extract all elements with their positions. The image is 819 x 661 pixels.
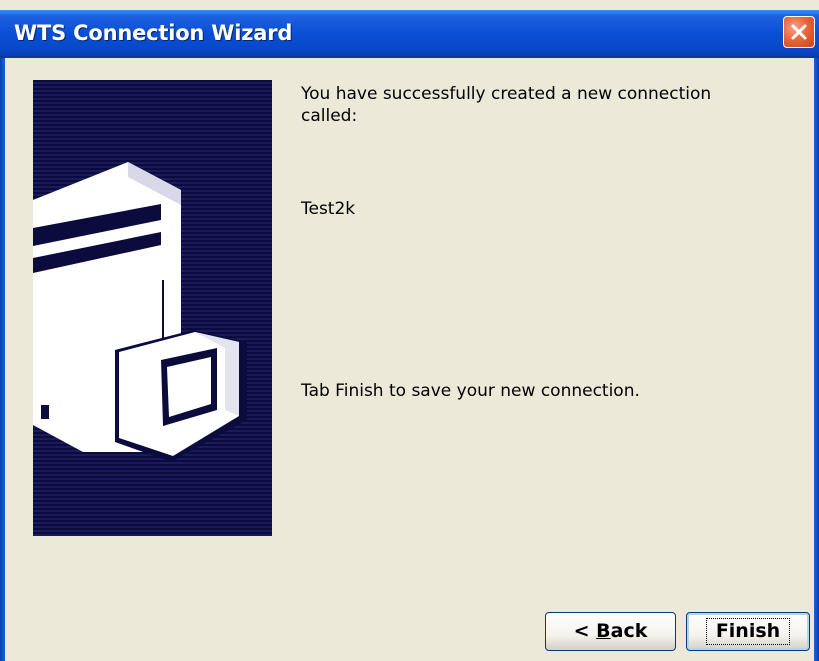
title-bar[interactable]: WTS Connection Wizard [0,10,819,56]
finish-button-label: Finish [705,618,791,645]
finish-instruction: Tab Finish to save your new connection. [301,381,640,401]
back-button[interactable]: < Back [545,612,676,651]
back-button-rest: ack [610,620,648,642]
wizard-banner-image [33,80,272,536]
back-button-mnemonic: B [596,620,611,642]
connection-name: Test2k [301,199,356,219]
success-message: You have successfully created a new conn… [301,84,712,126]
window-title: WTS Connection Wizard [14,21,293,45]
back-button-prefix: < [573,620,597,642]
finish-button[interactable]: Finish [686,612,810,651]
server-computer-illustration [33,162,247,462]
window-frame-left [0,58,5,661]
title-bar-edge [0,56,819,58]
wizard-window: WTS Connection Wizard You have successfu… [0,0,819,661]
window-frame-right [814,58,819,661]
close-button[interactable] [783,16,815,48]
close-icon [791,24,807,40]
